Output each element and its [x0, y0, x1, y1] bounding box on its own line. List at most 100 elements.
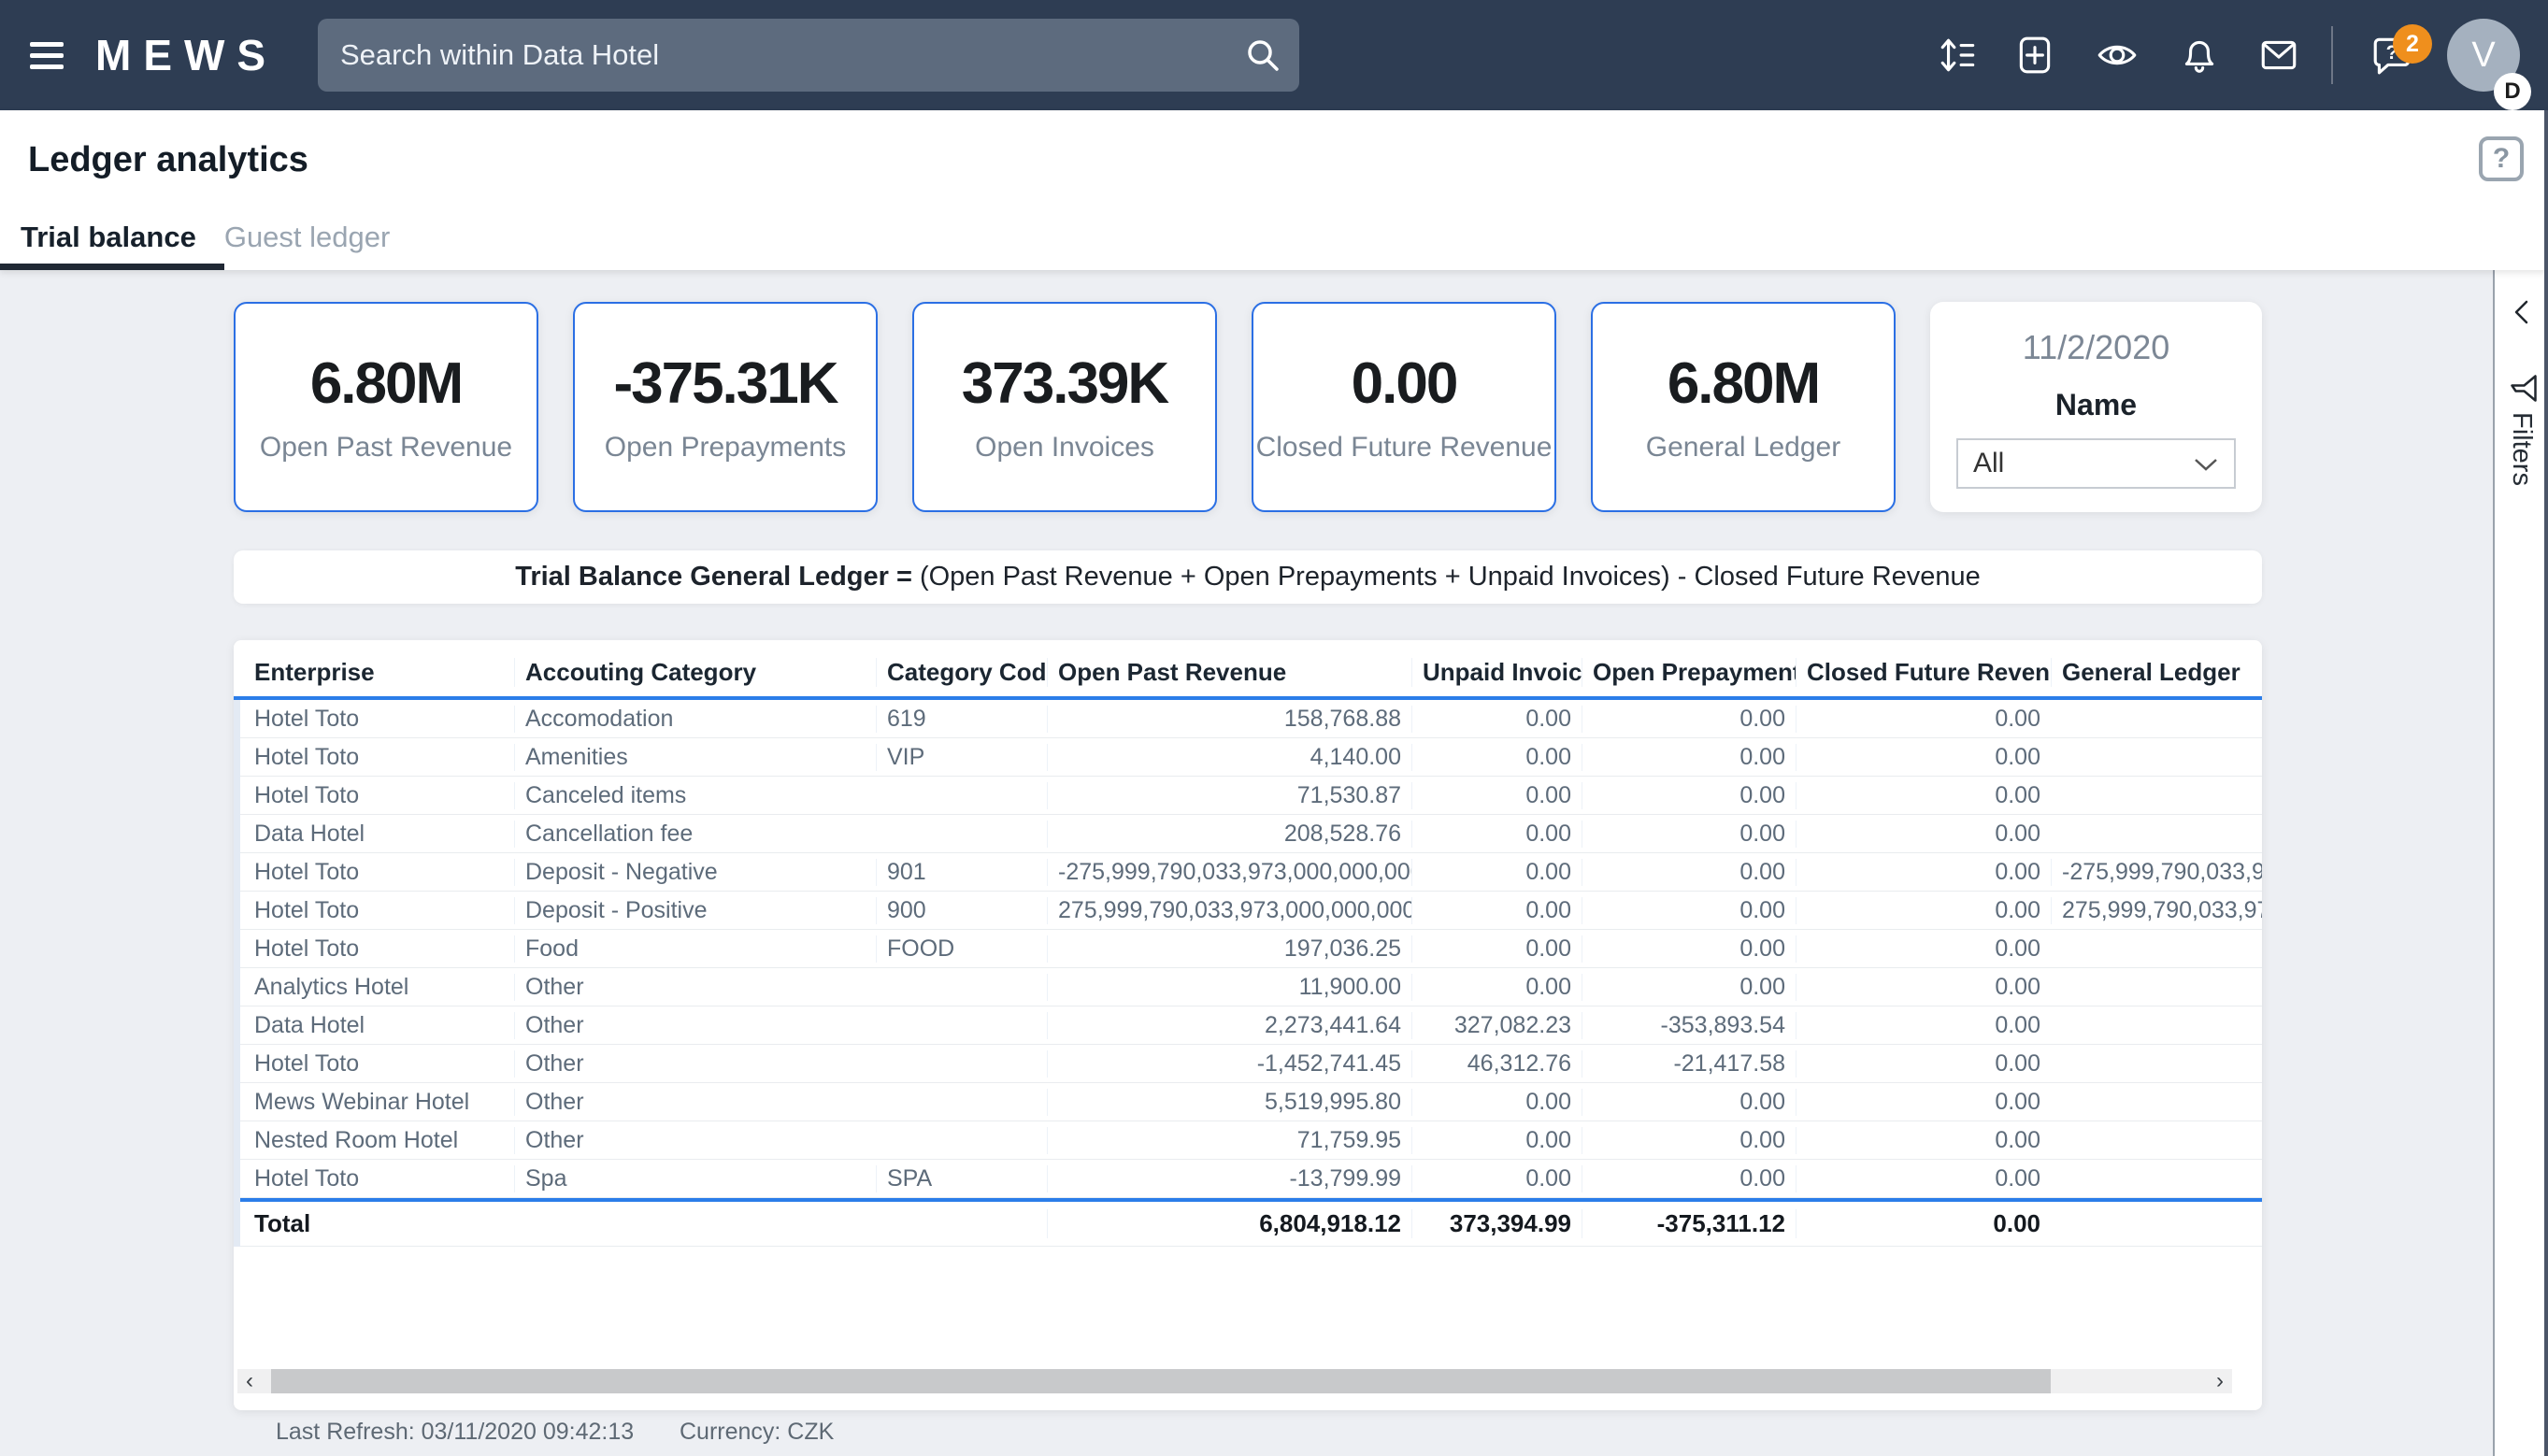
- tab-guest-ledger[interactable]: Guest ledger: [224, 210, 419, 270]
- column-header[interactable]: Open Past Revenue: [1047, 657, 1411, 687]
- chevron-down-icon: [2193, 448, 2219, 479]
- table-row[interactable]: Hotel Toto Canceled items 71,530.87 0.00 0.0…: [234, 777, 2262, 815]
- kpi-value: -375.31K: [613, 351, 838, 416]
- kpi-label: Closed Future Revenue: [1255, 432, 1553, 463]
- table-cell: -21,417.58: [1582, 1049, 1796, 1078]
- table-cell: 0.00: [1796, 1088, 2051, 1116]
- table-cell: 0.00: [1411, 743, 1582, 771]
- table-cell: Spa: [514, 1164, 876, 1192]
- help-button[interactable]: ?: [2479, 136, 2524, 181]
- column-header[interactable]: Enterprise: [234, 658, 514, 687]
- column-header[interactable]: Category Code: [876, 657, 1047, 687]
- horizontal-scrollbar[interactable]: ‹ ›: [237, 1368, 2232, 1393]
- table-header-row: Enterprise Accouting Category Category Cod…: [234, 648, 2262, 696]
- tab-bar: Trial balance Guest ledger: [0, 210, 418, 270]
- table-cell: 0.00: [1411, 935, 1582, 963]
- search-icon[interactable]: [1243, 36, 1282, 79]
- scroll-right-arrow[interactable]: ›: [2208, 1368, 2232, 1393]
- name-filter-dropdown[interactable]: All: [1956, 438, 2236, 489]
- table-cell: 0.00: [1796, 896, 2051, 924]
- table-row[interactable]: Nested Room Hotel Other 71,759.95 0.00 0.00 0…: [234, 1121, 2262, 1160]
- column-header[interactable]: Closed Future Revenue: [1796, 657, 2051, 687]
- line-height-sort-icon[interactable]: [1937, 34, 1980, 77]
- table-cell: 0.00: [1796, 820, 2051, 848]
- table-row[interactable]: Hotel Toto Other -1,452,741.45 46,312.76 -21…: [234, 1045, 2262, 1083]
- table-row[interactable]: Hotel Toto Spa SPA -13,799.99 0.00 0.00 0.00: [234, 1160, 2262, 1198]
- table-cell: 5,519,995.80: [1047, 1088, 1411, 1116]
- column-header[interactable]: General Ledger: [2051, 657, 2262, 687]
- table-cell: 0.00: [1411, 1126, 1582, 1154]
- table-row[interactable]: Hotel Toto Deposit - Negative 901 -275,999,…: [234, 853, 2262, 892]
- table-cell: 0.00: [1796, 1049, 2051, 1078]
- trial-balance-table-card: Enterprise Accouting Category Category Cod…: [234, 640, 2262, 1410]
- mews-logo: MEWS: [95, 31, 279, 79]
- hamburger-menu-icon[interactable]: [30, 36, 67, 75]
- scrollbar-thumb[interactable]: [271, 1369, 2051, 1393]
- table-cell: 0.00: [1582, 1164, 1796, 1192]
- filter-funnel-icon: [2505, 373, 2540, 405]
- table-row[interactable]: Data Hotel Other 2,273,441.64 327,082.23 -35…: [234, 1006, 2262, 1045]
- table-cell: 0.00: [1796, 1164, 2051, 1192]
- table-cell: 0.00: [1411, 820, 1582, 848]
- eye-icon[interactable]: [2096, 34, 2139, 77]
- table-row[interactable]: Mews Webinar Hotel Other 5,519,995.80 0.00 0…: [234, 1083, 2262, 1121]
- search-bar[interactable]: [318, 19, 1299, 92]
- tab-trial-balance[interactable]: Trial balance: [0, 210, 224, 270]
- table-cell: Hotel Toto: [254, 743, 360, 770]
- table-cell: 0.00: [1582, 896, 1796, 924]
- column-header[interactable]: Unpaid Invoices: [1411, 657, 1582, 687]
- table-cell: 901: [876, 858, 1047, 886]
- kpi-label: Open Invoices: [975, 432, 1154, 463]
- table-cell: 0.00: [1411, 1164, 1582, 1192]
- table-cell: 11,900.00: [1047, 973, 1411, 1001]
- table-cell: 0.00: [1582, 1088, 1796, 1116]
- table-row[interactable]: Hotel Toto Amenities VIP 4,140.00 0.00 0.00 0.…: [234, 738, 2262, 777]
- table-cell: Hotel Toto: [254, 896, 360, 923]
- kpi-card-row: 6.80M Open Past Revenue -375.31K Open Pr…: [234, 302, 1896, 512]
- table-row[interactable]: Data Hotel Cancellation fee 208,528.76 0.00…: [234, 815, 2262, 853]
- kpi-value: 6.80M: [1667, 351, 1821, 416]
- table-cell: 900: [876, 896, 1047, 924]
- table-cell: Other: [514, 1088, 876, 1116]
- table-cell: 0.00: [1796, 935, 2051, 963]
- table-cell: VIP: [876, 743, 1047, 771]
- table-cell: Nested Room Hotel: [254, 1126, 459, 1153]
- trial-balance-table: Enterprise Accouting Category Category Cod…: [234, 648, 2262, 1247]
- add-icon[interactable]: [2013, 34, 2056, 77]
- notification-count-badge: 2: [2393, 24, 2432, 64]
- search-input[interactable]: [340, 38, 1234, 72]
- table-row[interactable]: Analytics Hotel Other 11,900.00 0.00 0.00 0.0…: [234, 968, 2262, 1006]
- selected-date: 11/2/2020: [2022, 328, 2170, 366]
- kpi-card-open-invoices: 373.39K Open Invoices: [912, 302, 1217, 512]
- kpi-label: Open Prepayments: [604, 432, 847, 463]
- table-cell: 0.00: [1411, 858, 1582, 886]
- table-cell: Other: [514, 973, 876, 1001]
- table-cell: 0.00: [1582, 743, 1796, 771]
- scroll-left-arrow[interactable]: ‹: [237, 1368, 262, 1393]
- table-row[interactable]: Hotel Toto Accomodation 619 158,768.88 0.00 0…: [234, 700, 2262, 738]
- table-cell: 71,759.95: [1047, 1126, 1411, 1154]
- table-cell: 0.00: [1411, 896, 1582, 924]
- column-header[interactable]: Open Prepayments: [1582, 657, 1796, 687]
- table-cell: 0.00: [1582, 858, 1796, 886]
- table-cell: 0.00: [1582, 935, 1796, 963]
- table-cell: 0.00: [1796, 858, 2051, 886]
- table-cell: Hotel Toto: [254, 1049, 360, 1077]
- table-row[interactable]: Hotel Toto Deposit - Positive 900 275,999,7…: [234, 892, 2262, 930]
- dropdown-selected-value: All: [1973, 448, 2005, 478]
- formula-rhs: (Open Past Revenue + Open Prepayments + …: [919, 562, 1981, 592]
- total-cell: 6,804,918.12: [1047, 1209, 1411, 1238]
- table-cell: -13,799.99: [1047, 1164, 1411, 1192]
- table-cell: 275,999,790,033,97: [2051, 896, 2262, 924]
- table-cell: 0.00: [1582, 1126, 1796, 1154]
- table-cell: Hotel Toto: [254, 935, 360, 962]
- messages-envelope-icon[interactable]: [2257, 34, 2300, 77]
- collapse-panel-chevron-icon[interactable]: [2508, 296, 2536, 333]
- table-cell: 0.00: [1796, 743, 2051, 771]
- table-row[interactable]: Hotel Toto Food FOOD 197,036.25 0.00 0.00 0.00: [234, 930, 2262, 968]
- table-cell: Hotel Toto: [254, 1164, 360, 1192]
- column-header[interactable]: Accouting Category: [514, 657, 876, 687]
- notifications-bell-icon[interactable]: [2178, 34, 2221, 77]
- top-navigation-bar: MEWS ? 2 V D: [0, 0, 2548, 110]
- kpi-value: 373.39K: [961, 351, 1169, 416]
